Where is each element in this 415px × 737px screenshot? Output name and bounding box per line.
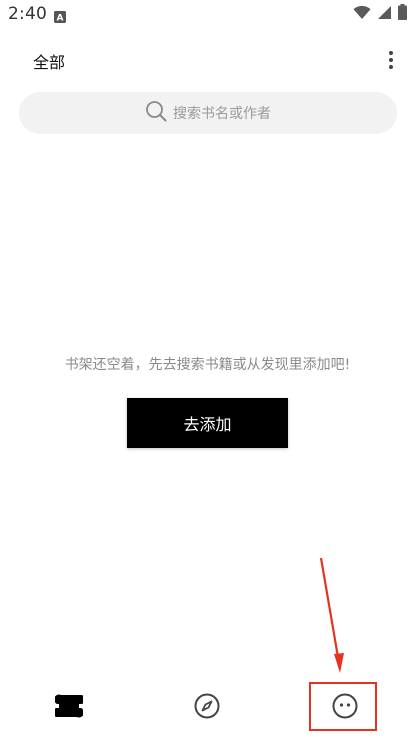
status-icons xyxy=(353,4,407,24)
more-dot xyxy=(389,58,393,62)
more-dot xyxy=(389,65,393,69)
top-bar: 全部 xyxy=(0,38,415,82)
nav-profile[interactable] xyxy=(331,692,359,724)
page-title[interactable]: 全部 xyxy=(33,49,65,73)
nav-bookshelf[interactable] xyxy=(52,694,86,722)
go-add-button[interactable]: 去添加 xyxy=(127,398,288,448)
more-vertical-icon xyxy=(389,51,393,55)
status-time: 2:40 xyxy=(8,4,47,24)
signal-icon xyxy=(377,5,392,24)
more-options-button[interactable] xyxy=(383,46,399,74)
empty-state-message: 书架还空着，先去搜索书籍或从发现里添加吧! xyxy=(64,357,351,373)
bookshelf-icon xyxy=(52,694,86,722)
nav-discover[interactable] xyxy=(193,692,221,724)
search-input[interactable]: 搜索书名或作者 xyxy=(19,92,397,134)
bottom-nav xyxy=(0,680,415,737)
annotation-arrow xyxy=(319,557,344,673)
search-inner: 搜索书名或作者 xyxy=(145,100,271,126)
app-screen: 2:40 A 全部 搜索书名或作者 书架还空着，先去搜索书籍或从发现里添加吧! … xyxy=(0,0,415,737)
compass-icon xyxy=(193,692,221,724)
battery-icon xyxy=(398,4,407,24)
smiley-face-icon xyxy=(331,692,359,724)
wifi-icon xyxy=(353,5,371,24)
svg-text:A: A xyxy=(57,14,64,24)
status-bar: 2:40 A xyxy=(0,0,415,30)
text-a-icon: A xyxy=(54,8,66,24)
search-icon xyxy=(145,100,167,126)
search-placeholder: 搜索书名或作者 xyxy=(173,106,271,122)
